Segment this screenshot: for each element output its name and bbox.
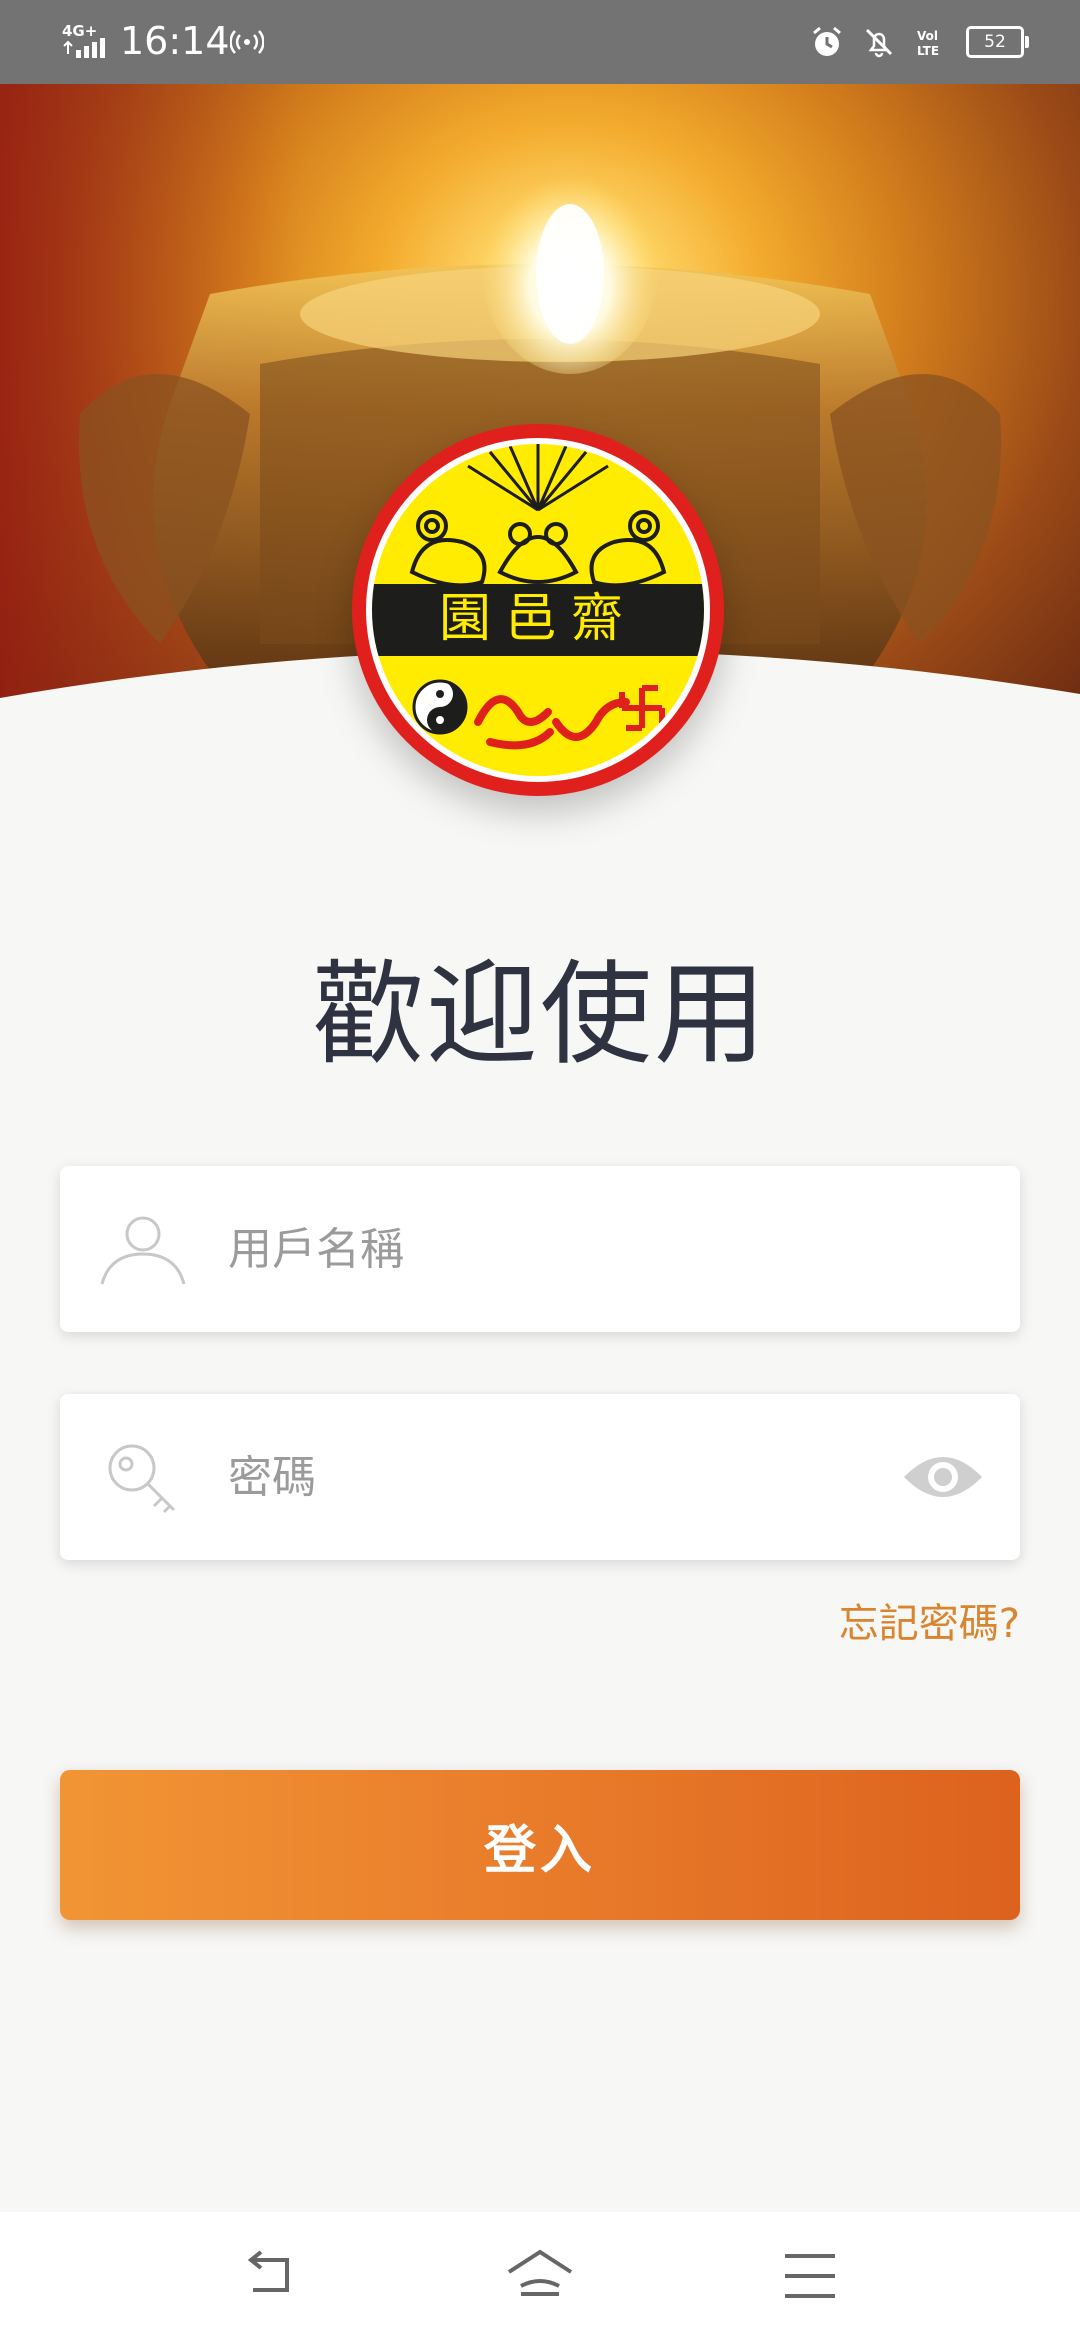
alarm-icon xyxy=(813,26,841,56)
svg-text:LTE: LTE xyxy=(917,44,939,58)
key-icon xyxy=(108,1444,176,1514)
svg-text:4G+: 4G+ xyxy=(62,22,97,40)
menu-button[interactable] xyxy=(775,2246,845,2306)
volte-icon: Vol LTE xyxy=(917,29,939,58)
logo-seal-image: 園邑齋 xyxy=(352,424,724,796)
app-logo: 園邑齋 xyxy=(350,422,726,798)
welcome-title: 歡迎使用 xyxy=(312,950,768,1080)
mute-bell-icon xyxy=(865,28,893,58)
menu-icon xyxy=(785,2254,835,2298)
back-button[interactable] xyxy=(235,2246,305,2306)
battery-indicator: 52 xyxy=(966,26,1029,58)
svg-text:Vol: Vol xyxy=(917,29,938,43)
eye-icon[interactable] xyxy=(902,1442,984,1512)
login-button[interactable]: 登入 xyxy=(60,1770,1020,1920)
back-icon xyxy=(247,2250,289,2292)
login-screen: 4G+ 16:14 Vol LTE 52 園邑齋 歡迎使用 用戶名稱 忘記密碼?… xyxy=(0,0,1080,2340)
password-input[interactable] xyxy=(228,1432,928,1522)
system-nav-bar xyxy=(0,2212,1080,2340)
username-input[interactable] xyxy=(228,1204,928,1294)
status-time: 16:14 xyxy=(120,19,230,63)
home-button[interactable] xyxy=(505,2246,575,2306)
status-icons: Vol LTE 52 xyxy=(810,22,1029,62)
hotspot-icon xyxy=(230,30,264,54)
forgot-password-link[interactable]: 忘記密碼? xyxy=(839,1596,1020,1652)
username-field[interactable] xyxy=(60,1166,1020,1332)
person-icon xyxy=(100,1216,186,1285)
svg-text:園邑齋: 園邑齋 xyxy=(439,589,637,649)
password-field[interactable] xyxy=(60,1394,1020,1560)
home-icon xyxy=(507,2249,573,2296)
signal-icon: 4G+ xyxy=(62,22,105,58)
status-bar: 4G+ 16:14 Vol LTE 52 xyxy=(0,0,1080,84)
